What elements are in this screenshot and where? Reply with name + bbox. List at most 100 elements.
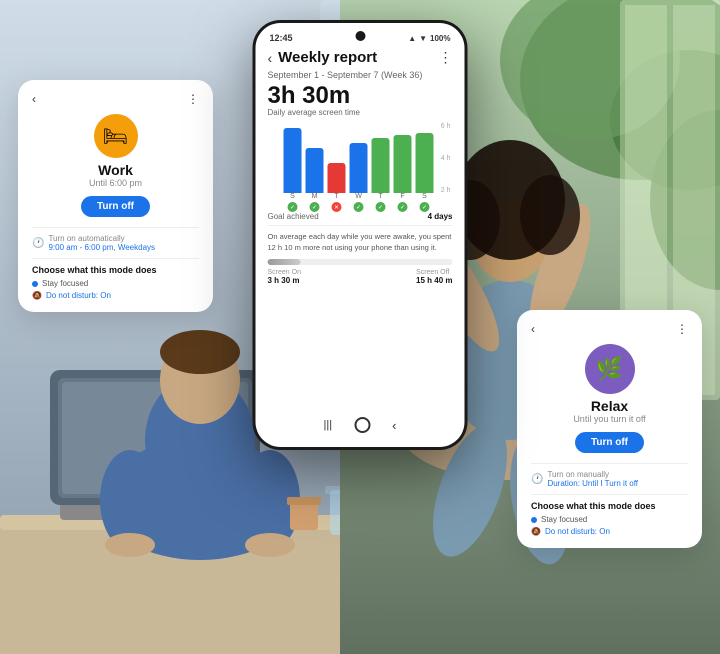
goal-icon-w: ✓ [350,202,368,212]
relax-clock-icon: 🕐 [531,474,543,485]
work-mode-icon: 🛏 [94,114,138,158]
bar-fri [394,135,412,193]
back-button[interactable]: ‹ [268,50,273,66]
relax-icon-symbol: 🌿 [596,356,623,382]
chart-y-axis: 6 h 4 h 2 h [441,123,451,194]
card-right-back[interactable]: ‹ [531,322,535,336]
relax-mode-subtitle: Until you turn it off [531,414,688,424]
choose-section-title: Choose what this mode does [32,265,199,275]
relax-turn-off-button[interactable]: Turn off [575,432,644,453]
x-label-w: W [350,193,368,200]
relax-mode-card: ‹ ⋮ 🌿 Relax Until you turn it off Turn o… [517,310,702,548]
relax-divider-2 [531,494,688,495]
goal-value: 4 days [428,212,453,221]
bar-thu [372,138,390,193]
y-label-4h: 4 h [441,155,451,162]
goal-icon-f: ✓ [394,202,412,212]
menu-button[interactable]: ⋮ [439,49,453,66]
auto-label: Turn on automatically [48,234,155,243]
phone-content: ‹ Weekly report ⋮ September 1 - Septembe… [256,45,465,285]
work-mode-subtitle: Until 6:00 pm [32,178,199,188]
x-label-m: M [306,193,324,200]
screen-on-label: Screen On [268,269,301,276]
bar-mon [306,148,324,193]
divider-2 [32,258,199,259]
y-label-6h: 6 h [441,123,451,130]
goal-icon-sa: ✓ [416,202,434,212]
phone-header: ‹ Weekly report ⋮ [268,49,453,66]
nav-home-icon[interactable] [354,417,370,433]
card-left-back[interactable]: ‹ [32,92,36,106]
screen-time-progress [268,259,453,265]
battery-icon: 100% [430,34,450,43]
bar-sun [284,128,302,193]
dnd-label: Do not disturb: On [46,291,111,300]
relax-auto-label: Turn on manually [547,470,638,479]
card-right-header: ‹ ⋮ [531,322,688,336]
card-left-header: ‹ ⋮ [32,92,199,106]
x-label-f: F [394,193,412,200]
x-label-t2: T [372,193,390,200]
usage-chart: 6 h 4 h 2 h S M T W [268,123,453,208]
screen-off-group: Screen Off 15 h 40 m [416,269,452,285]
chart-bars [268,123,453,193]
auto-value: 9:00 am - 6:00 pm, Weekdays [48,243,155,252]
relax-auto-row: 🕐 Turn on manually Duration: Until I Tur… [531,470,688,488]
relax-dnd-icon: 🔕 [531,527,541,536]
chart-x-axis: S M T W T F S [268,193,453,200]
goal-achieved-row: Goal achieved 4 days [268,212,453,226]
relax-stay-focused-row: Stay focused [531,515,688,524]
divider-1 [32,227,199,228]
usage-description: On average each day while you were awake… [268,232,453,253]
screen-off-label: Screen Off [416,269,452,276]
dnd-icon: 🔕 [32,291,42,300]
phone-camera [355,31,365,41]
work-icon-symbol: 🛏 [103,124,128,149]
phone-center: 12:45 ▲ ▼ 100% ‹ Weekly report ⋮ Septemb… [253,20,468,450]
screen-on-fill [268,259,301,265]
clock-icon: 🕐 [32,238,44,249]
nav-back-icon[interactable]: ‹ [392,418,396,433]
goal-icon-m: ✓ [306,202,324,212]
work-turn-off-button[interactable]: Turn off [81,196,150,217]
x-label-t: T [328,193,346,200]
bar-tue [328,163,346,193]
status-time: 12:45 [270,33,293,43]
nav-bar: ||| ‹ [256,411,465,439]
date-range: September 1 - September 7 (Week 36) [268,70,453,80]
card-left-menu[interactable]: ⋮ [187,92,199,106]
relax-duration-value: Duration: Until I Turn it off [547,479,638,488]
stay-focused-label: Stay focused [42,279,88,288]
x-label-s2: S [416,193,434,200]
phone-screen: 12:45 ▲ ▼ 100% ‹ Weekly report ⋮ Septemb… [256,23,465,447]
relax-stay-focused-label: Stay focused [541,515,587,524]
goal-icon-th: ✓ [372,202,390,212]
relax-feature-dot [531,517,537,523]
screen-title: Weekly report [278,49,438,66]
relax-dnd-label: Do not disturb: On [545,527,610,536]
x-label-s: S [284,193,302,200]
goal-icon-t: ✕ [328,202,346,212]
relax-mode-icon: 🌿 [585,344,635,394]
goal-icon-s: ✓ [284,202,302,212]
bar-wed [350,143,368,193]
dnd-row: 🔕 Do not disturb: On [32,291,199,300]
screen-times-row: Screen On 3 h 30 m Screen Off 15 h 40 m [268,269,453,285]
goal-label: Goal achieved [268,212,319,221]
y-label-2h: 2 h [441,187,451,194]
card-right-menu[interactable]: ⋮ [676,322,688,336]
feature-dot [32,281,38,287]
screen-time-label: Daily average screen time [268,108,453,117]
bar-sat [416,133,434,193]
work-mode-title: Work [32,162,199,178]
screen-off-value: 15 h 40 m [416,276,452,285]
wifi-icon: ▼ [419,34,427,43]
relax-section-title: Choose what this mode does [531,501,688,511]
relax-mode-title: Relax [531,398,688,414]
relax-dnd-row: 🔕 Do not disturb: On [531,527,688,536]
auto-schedule-row: 🕐 Turn on automatically 9:00 am - 6:00 p… [32,234,199,252]
nav-menu-icon[interactable]: ||| [324,419,333,431]
screen-on-group: Screen On 3 h 30 m [268,269,301,285]
relax-divider-1 [531,463,688,464]
stay-focused-row: Stay focused [32,279,199,288]
